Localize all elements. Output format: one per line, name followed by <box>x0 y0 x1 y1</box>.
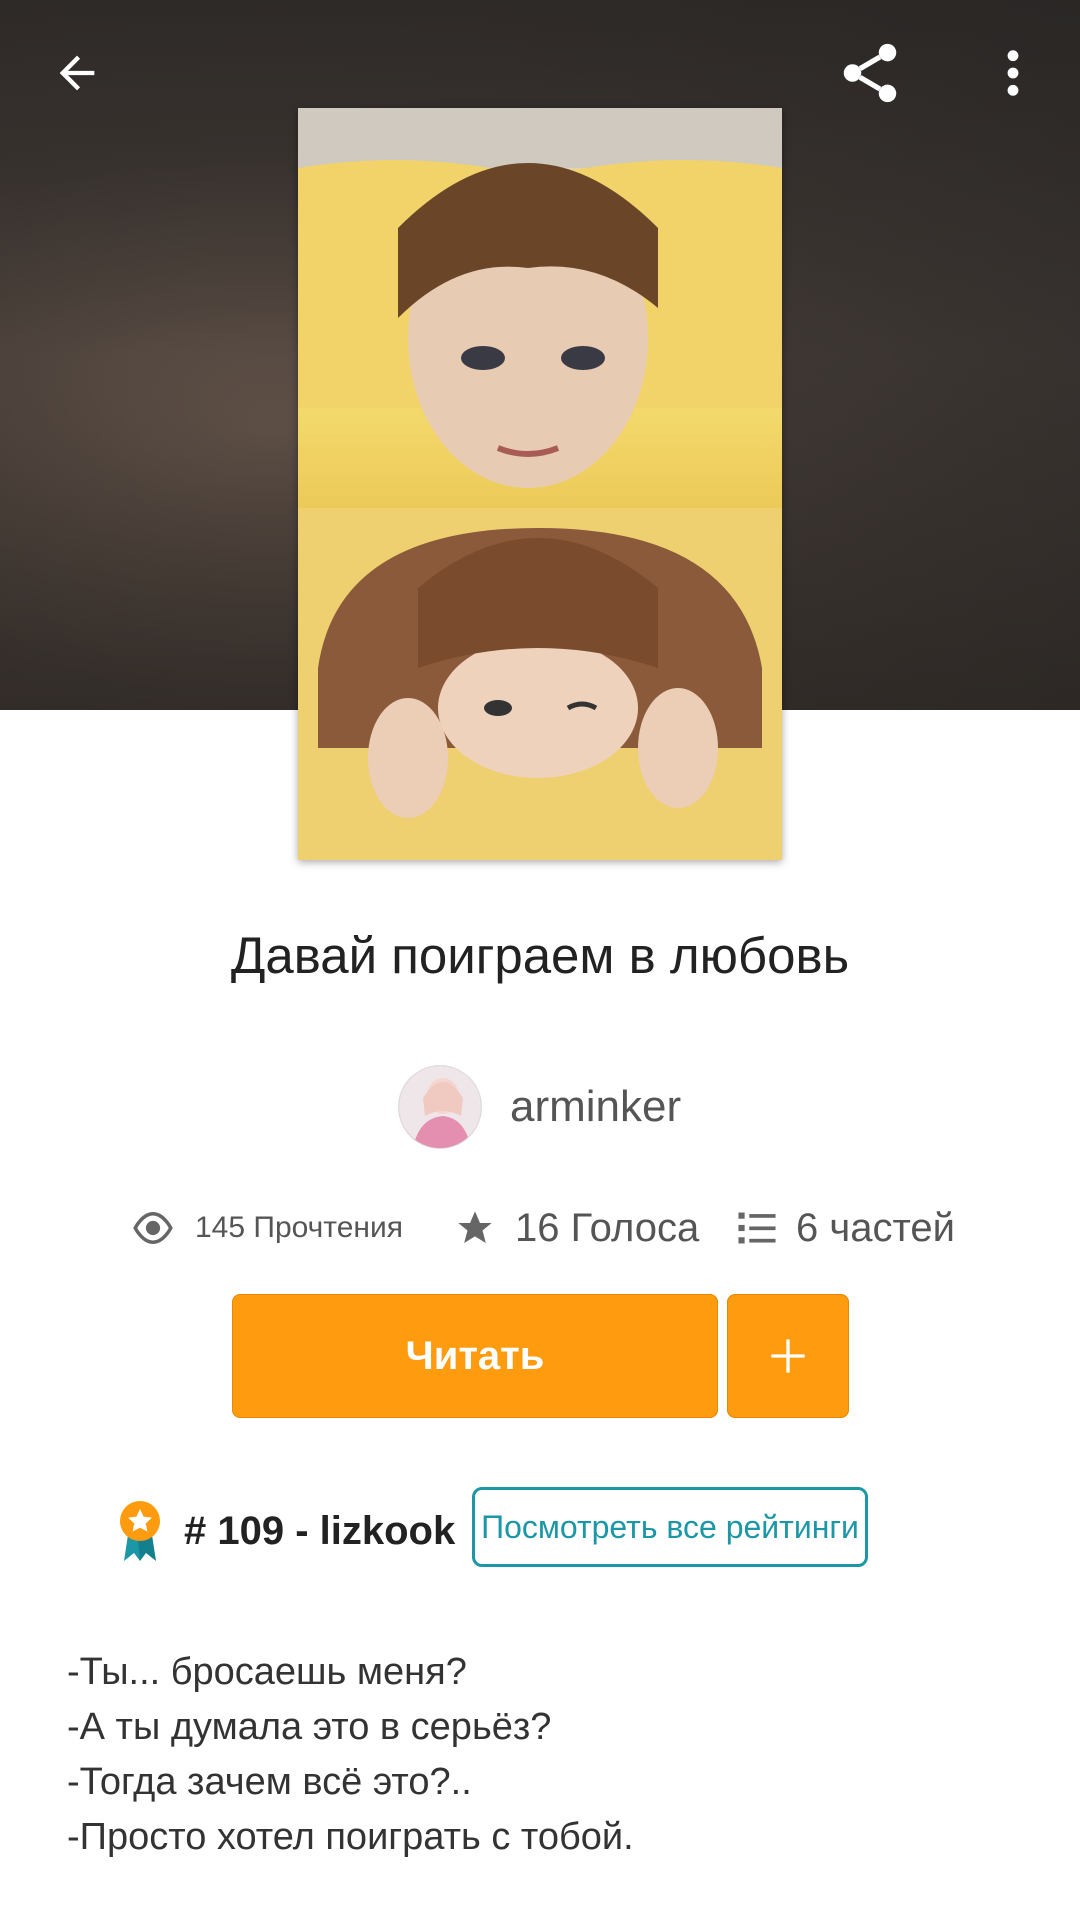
reads-stat: 145 Прочтения <box>131 1198 403 1258</box>
votes-count: 16 Голоса <box>515 1205 700 1250</box>
medal-icon <box>120 1501 160 1561</box>
story-stats: 145 Прочтения 16 Голоса 6 частей <box>0 1198 1080 1258</box>
story-cover-image <box>298 108 782 860</box>
eye-icon <box>133 1212 173 1244</box>
read-button[interactable]: Читать <box>232 1294 718 1418</box>
author-name: arminker <box>510 1082 682 1131</box>
author-avatar[interactable] <box>398 1065 482 1149</box>
add-to-library-button[interactable] <box>727 1294 849 1418</box>
plus-icon <box>771 1339 805 1373</box>
star-icon <box>458 1211 492 1243</box>
description-line: -А ты думала это в серьёз? <box>67 1706 552 1748</box>
share-icon <box>843 43 897 103</box>
top-toolbar <box>0 0 1080 150</box>
story-title: Давай поиграем в любовь <box>230 927 850 984</box>
more-options-button[interactable] <box>963 23 1063 123</box>
cover-illustration <box>298 108 782 860</box>
rank-text: # 109 - lizkook <box>184 1508 456 1553</box>
parts-count: 6 частей <box>796 1205 955 1250</box>
author-link[interactable]: arminker <box>398 1065 681 1149</box>
story-description: -Ты... бросаешь меня? -А ты думала это в… <box>67 1645 1017 1865</box>
reads-count: 145 Прочтения <box>195 1211 403 1244</box>
more-vertical-icon <box>1007 50 1019 96</box>
description-line: -Просто хотел поиграть с тобой. <box>67 1816 634 1858</box>
share-button[interactable] <box>820 23 920 123</box>
view-all-rankings-button[interactable]: Посмотреть все рейтинги <box>472 1487 868 1567</box>
avatar-image <box>399 1066 481 1148</box>
back-button[interactable] <box>27 23 127 123</box>
ranking-info: # 109 - lizkook <box>114 1490 455 1572</box>
description-line: -Ты... бросаешь меня? <box>67 1651 467 1693</box>
list-icon <box>738 1212 776 1244</box>
description-line: -Тогда зачем всё это?.. <box>67 1761 472 1803</box>
votes-stat: 16 Голоса <box>455 1198 699 1258</box>
parts-stat: 6 частей <box>738 1198 955 1258</box>
arrow-left-icon <box>59 55 95 91</box>
